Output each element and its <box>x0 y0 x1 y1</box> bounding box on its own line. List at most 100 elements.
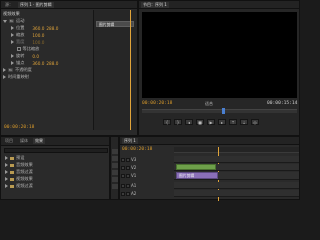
program-scrubber[interactable] <box>142 108 297 114</box>
row-position: 位置 360.0 288.0 <box>11 25 58 31</box>
list-item-label: 视频过渡 <box>16 183 33 188</box>
collapse-triangle-icon[interactable] <box>11 40 14 44</box>
timeline-clip[interactable]: 图片剪辑 <box>176 172 218 179</box>
time-ruler[interactable] <box>174 147 299 153</box>
mark-out-button[interactable]: } <box>174 119 182 125</box>
mini-clip-bar[interactable]: 图片剪辑 <box>96 21 134 27</box>
timeline-timecode[interactable]: 00:00:20:18 <box>122 147 152 152</box>
lock-icon[interactable] <box>126 191 130 196</box>
step-forward-icon[interactable]: ▸ <box>218 119 226 125</box>
row-time-remap[interactable]: 时间重映射 <box>3 74 29 80</box>
tools-panel <box>110 136 119 200</box>
tab-effect-controls[interactable]: 序列 1 · 图片剪辑 <box>18 1 54 8</box>
speaker-icon[interactable] <box>121 183 125 188</box>
tab-effects[interactable]: 效果 <box>33 138 45 144</box>
track-lane-a2[interactable] <box>174 190 299 197</box>
folder-expand-icon[interactable] <box>5 177 8 181</box>
list-item[interactable]: 音频效果 <box>5 162 33 168</box>
track-header-v2[interactable]: V2 <box>121 165 136 170</box>
row-rotation: 旋转 0.0 <box>11 53 39 59</box>
list-item-label: 预设 <box>16 155 25 160</box>
track-select-tool-icon[interactable] <box>112 156 118 161</box>
rotation-label: 旋转 <box>16 53 25 58</box>
program-monitor-panel: 节目：序列 1 00:00:20:18 适合 00:00:15:14 { } ◂… <box>138 0 300 136</box>
expand-triangle-icon[interactable] <box>3 19 7 23</box>
folder-icon <box>10 184 14 188</box>
play-icon[interactable]: ▶ <box>207 119 215 125</box>
collapse-triangle-icon[interactable] <box>11 26 14 30</box>
list-item[interactable]: 视频过渡 <box>5 183 33 189</box>
lock-icon[interactable] <box>126 173 130 178</box>
slip-tool-icon[interactable] <box>112 170 118 175</box>
row-video-effects: 视频效果 <box>3 11 20 17</box>
clip-green-v2[interactable] <box>176 164 216 170</box>
collapse-triangle-icon[interactable] <box>3 68 6 72</box>
program-timecode-current[interactable]: 00:00:20:18 <box>142 101 172 106</box>
video-preview[interactable] <box>142 12 297 98</box>
extract-icon[interactable]: ⇣ <box>240 119 248 125</box>
eye-icon[interactable] <box>121 165 125 170</box>
lift-icon[interactable]: ⇡ <box>229 119 237 125</box>
effect-controls-panel: 源： 序列 1 · 图片剪辑 图片剪辑 视频效果 fx 运动 位置 360.0 … <box>0 0 138 136</box>
list-item[interactable]: 预设 <box>5 155 24 161</box>
track-lane-v3[interactable] <box>174 156 299 163</box>
step-back-icon[interactable]: ◂ <box>185 119 193 125</box>
collapse-triangle-icon[interactable] <box>11 61 14 65</box>
tab-project[interactable]: 项目 <box>3 138 15 144</box>
stop-icon[interactable]: ■ <box>196 119 204 125</box>
position-y-value[interactable]: 288.0 <box>46 26 58 31</box>
rotation-value[interactable]: 0.0 <box>32 54 39 59</box>
effect-controls-timecode[interactable]: 00:00:20:18 <box>4 125 34 130</box>
fx-icon[interactable]: fx <box>9 19 14 23</box>
export-frame-icon[interactable]: ◎ <box>251 119 259 125</box>
mark-in-button[interactable]: { <box>163 119 171 125</box>
hand-tool-icon[interactable] <box>112 184 118 189</box>
eye-icon[interactable] <box>121 173 125 178</box>
razor-tool-icon[interactable] <box>112 163 118 168</box>
speaker-icon[interactable] <box>121 191 125 196</box>
uniform-scale-checkbox[interactable] <box>17 47 21 51</box>
track-header-a2[interactable]: A2 <box>121 191 136 196</box>
list-item-label: 音频效果 <box>16 162 33 167</box>
tab-media[interactable]: 媒体 <box>18 138 30 144</box>
effect-controls-tabbar: 源： 序列 1 · 图片剪辑 <box>1 1 137 9</box>
anchor-y-value[interactable]: 288.0 <box>46 61 58 66</box>
collapse-triangle-icon[interactable] <box>11 54 14 58</box>
list-item[interactable]: 视频效果 <box>5 176 33 182</box>
tab-program[interactable]: 节目：序列 1 <box>141 1 169 8</box>
scale-value[interactable]: 100.0 <box>32 33 44 38</box>
pen-tool-icon[interactable] <box>112 177 118 182</box>
folder-expand-icon[interactable] <box>5 170 8 174</box>
position-x-value[interactable]: 360.0 <box>32 26 44 31</box>
lock-icon[interactable] <box>126 183 130 188</box>
track-header-v3[interactable]: V3 <box>121 157 136 162</box>
tab-source[interactable]: 源： <box>3 2 15 8</box>
selection-tool-icon[interactable] <box>112 149 118 154</box>
tab-sequence[interactable]: 序列 1 <box>122 137 138 144</box>
fit-dropdown[interactable]: 适合 <box>205 101 213 107</box>
playhead-marker[interactable] <box>130 10 131 130</box>
folder-expand-icon[interactable] <box>5 163 8 167</box>
program-monitor-tabbar: 节目：序列 1 <box>139 1 299 9</box>
row-opacity[interactable]: fx 不透明度 <box>3 67 32 73</box>
effects-search-input[interactable] <box>4 148 108 153</box>
timeline-tabbar: 序列 1 <box>120 137 299 145</box>
eye-icon[interactable] <box>121 157 125 162</box>
collapse-triangle-icon[interactable] <box>3 75 6 79</box>
folder-expand-icon[interactable] <box>5 184 8 188</box>
lock-icon[interactable] <box>126 165 130 170</box>
track-name: A2 <box>131 191 137 196</box>
effect-controls-mini-timeline[interactable]: 图片剪辑 <box>93 10 137 130</box>
anchor-x-value[interactable]: 360.0 <box>32 61 44 66</box>
collapse-triangle-icon[interactable] <box>11 33 14 37</box>
list-item[interactable]: 音频过渡 <box>5 169 33 175</box>
track-lane-a1[interactable] <box>174 182 299 189</box>
track-header-v1[interactable]: V1 <box>121 173 136 178</box>
track-header-a1[interactable]: A1 <box>121 183 136 188</box>
scale-width-value[interactable]: 100.0 <box>32 40 44 45</box>
scrubber-playhead[interactable] <box>222 108 225 114</box>
lock-icon[interactable] <box>126 157 130 162</box>
row-motion[interactable]: fx 运动 <box>3 18 24 24</box>
fx-icon[interactable]: fx <box>8 68 13 72</box>
folder-expand-icon[interactable] <box>5 156 8 160</box>
